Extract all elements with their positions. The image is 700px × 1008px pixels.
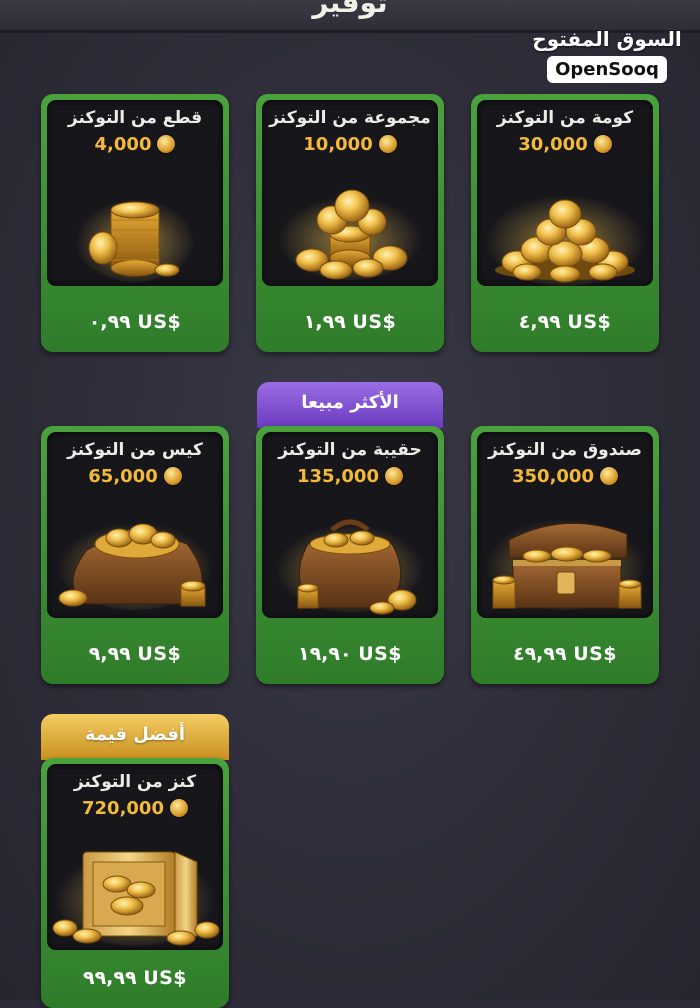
package-price: ١,٩٩ US$ xyxy=(303,311,397,333)
package-card-display: كومة من التوكنز 30,000 xyxy=(477,100,653,286)
package-price: ١٩,٩٠ US$ xyxy=(297,643,403,665)
token-coin-icon xyxy=(157,135,176,153)
coin-safe-icon xyxy=(52,846,220,946)
token-coin-icon xyxy=(384,467,403,485)
package-card-group[interactable]: مجموعة من التوكنز 10,000 ١,٩٩ US$ xyxy=(256,94,444,352)
package-card-display: قطع من التوكنز 4,000 xyxy=(47,100,223,286)
token-coin-icon xyxy=(378,135,397,153)
package-card-display: كيس من التوكنز 65,000 xyxy=(47,432,223,618)
package-amount-value: 135,000 xyxy=(297,466,379,487)
package-price: ٤٩,٩٩ US$ xyxy=(512,643,618,665)
package-amount-value: 720,000 xyxy=(82,798,164,819)
package-price: ٩,٩٩ US$ xyxy=(88,643,182,665)
package-amount: 65,000 xyxy=(47,466,223,487)
token-coin-icon xyxy=(599,467,618,485)
package-card-purse[interactable]: حقيبة من التوكنز 135,000 ١٩,٩٠ US$ xyxy=(256,426,444,684)
token-coin-icon xyxy=(593,135,612,153)
package-title: قطع من التوكنز xyxy=(67,108,203,128)
coin-pile-icon xyxy=(485,190,645,286)
package-amount: 720,000 xyxy=(47,798,223,819)
package-amount-value: 65,000 xyxy=(88,466,158,487)
package-card-treasure[interactable]: كنز من التوكنز 720,000 ٩٩,٩٩ US$ xyxy=(41,758,229,1008)
package-amount-value: 30,000 xyxy=(518,134,588,155)
package-amount: 4,000 xyxy=(47,134,223,155)
coin-group-icon xyxy=(278,189,422,280)
coin-purse-icon xyxy=(276,519,424,615)
package-card-display: كنز من التوكنز 720,000 xyxy=(47,764,223,950)
package-card-stack[interactable]: قطع من التوكنز 4,000 ٠,٩٩ US$ xyxy=(41,94,229,352)
package-amount: 350,000 xyxy=(477,466,653,487)
package-card-sack[interactable]: كيس من التوكنز 65,000 ٩,٩٩ US$ xyxy=(41,426,229,684)
watermark-english: OpenSooq xyxy=(547,56,667,83)
opensooq-watermark: السوق المفتوح OpenSooq xyxy=(532,26,682,83)
treasure-chest-icon xyxy=(485,514,645,610)
best-seller-badge: الأكثر مبيعا xyxy=(257,382,443,428)
best-seller-label: الأكثر مبيعا xyxy=(301,392,399,413)
coin-sack-icon xyxy=(57,518,213,610)
package-title: كيس من التوكنز xyxy=(67,440,203,460)
package-amount: 135,000 xyxy=(262,466,438,487)
coin-stack-icon xyxy=(75,194,195,282)
page-title: توفير xyxy=(312,0,388,19)
package-title: مجموعة من التوكنز xyxy=(269,108,431,128)
package-price: ٤,٩٩ US$ xyxy=(518,311,612,333)
package-title: صندوق من التوكنز xyxy=(488,440,642,460)
package-card-display: حقيبة من التوكنز 135,000 xyxy=(262,432,438,618)
token-coin-icon xyxy=(169,799,188,817)
best-value-label: أفضل قيمة xyxy=(84,724,186,745)
watermark-arabic: السوق المفتوح xyxy=(532,27,682,51)
package-price: ٩٩,٩٩ US$ xyxy=(82,967,188,989)
package-card-display: صندوق من التوكنز 350,000 xyxy=(477,432,653,618)
best-value-badge: أفضل قيمة xyxy=(41,714,229,760)
package-card-pile[interactable]: كومة من التوكنز 30,000 ٤,٩٩ US$ xyxy=(471,94,659,352)
package-amount-value: 350,000 xyxy=(512,466,594,487)
package-amount-value: 10,000 xyxy=(303,134,373,155)
package-title: حقيبة من التوكنز xyxy=(278,440,422,460)
package-card-chest[interactable]: صندوق من التوكنز 350,000 ٤٩,٩٩ US$ xyxy=(471,426,659,684)
package-title: كومة من التوكنز xyxy=(496,108,634,128)
token-coin-icon xyxy=(163,467,182,485)
package-amount-value: 4,000 xyxy=(94,134,152,155)
package-amount: 30,000 xyxy=(477,134,653,155)
package-card-display: مجموعة من التوكنز 10,000 xyxy=(262,100,438,286)
package-amount: 10,000 xyxy=(262,134,438,155)
package-price: ٠,٩٩ US$ xyxy=(88,311,182,333)
package-title: كنز من التوكنز xyxy=(73,772,197,792)
